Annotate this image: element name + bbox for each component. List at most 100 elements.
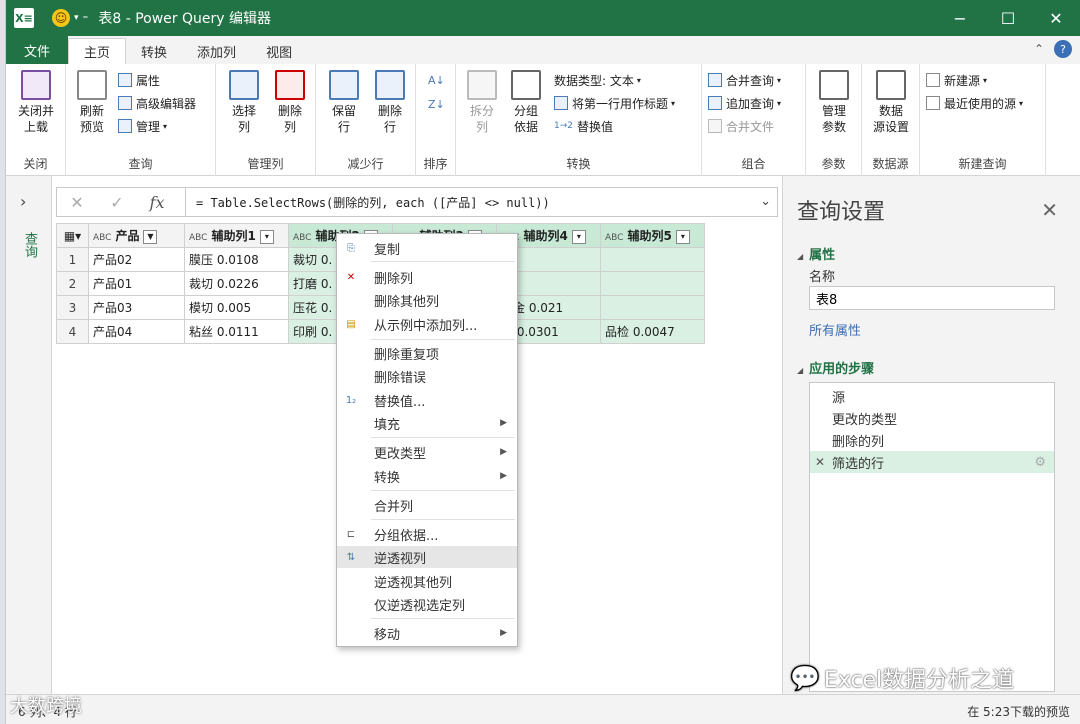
- combine-files-button[interactable]: 合并文件: [708, 116, 774, 136]
- table-cell[interactable]: [600, 295, 705, 320]
- table-cell[interactable]: 产品02: [88, 247, 185, 272]
- table-cell[interactable]: [600, 247, 705, 272]
- customize-quick-access-icon[interactable]: ⁼: [83, 12, 89, 25]
- menu-item-remove-columns[interactable]: ✕ 删除列: [337, 266, 517, 288]
- filter-dropdown-icon[interactable]: ▾: [571, 229, 586, 244]
- table-cell[interactable]: 模切 0.005: [184, 295, 289, 320]
- step-source[interactable]: 源: [810, 385, 1054, 407]
- menu-item-remove-duplicates[interactable]: 删除重复项: [337, 342, 517, 364]
- keep-rows-button[interactable]: 保留 行: [324, 70, 364, 135]
- properties-button[interactable]: 属性: [118, 70, 160, 90]
- column-header-aux5[interactable]: ABC 辅助列5 ▾: [600, 223, 705, 248]
- replace-values-button[interactable]: 1→2 替换值: [554, 116, 613, 136]
- collapse-ribbon-icon[interactable]: ⌃: [1034, 42, 1044, 56]
- expand-formula-icon[interactable]: ⌄: [760, 194, 771, 209]
- data-source-settings-button[interactable]: 数据 源设置: [868, 70, 914, 135]
- cancel-formula-icon[interactable]: ✕: [57, 193, 97, 212]
- table-cell[interactable]: [600, 271, 705, 296]
- delete-step-icon[interactable]: ✕: [815, 455, 825, 469]
- applied-steps-section-header[interactable]: ◢ 应用的步骤: [797, 358, 874, 377]
- new-source-button[interactable]: 新建源 ▾: [926, 70, 987, 90]
- recent-sources-button[interactable]: 最近使用的源 ▾: [926, 93, 1023, 113]
- menu-item-remove-errors[interactable]: 删除错误: [337, 365, 517, 387]
- close-and-load-button[interactable]: 关闭并 上载: [12, 70, 60, 135]
- manage-parameters-button[interactable]: 管理 参数: [814, 70, 854, 135]
- menu-item-change-type[interactable]: 更改类型 ▶: [337, 441, 517, 463]
- sort-descending-icon[interactable]: Z↓: [428, 94, 445, 114]
- manage-icon: [118, 119, 132, 133]
- sort-ascending-icon[interactable]: A↓: [428, 70, 445, 90]
- watermark-text: Excel数据分析之道: [823, 668, 1015, 693]
- filter-applied-icon[interactable]: ▼: [143, 229, 158, 244]
- queries-pane-label[interactable]: 查询: [20, 232, 39, 258]
- menu-item-unpivot-columns[interactable]: ⇅ 逆透视列: [337, 546, 517, 568]
- menu-item-replace-values[interactable]: 1₂ 替换值...: [337, 389, 517, 411]
- filter-dropdown-icon[interactable]: ▾: [675, 229, 690, 244]
- group-label-new-query: 新建查询: [958, 157, 1007, 171]
- quick-access-dropdown-icon[interactable]: ▾: [74, 13, 79, 23]
- tab-view[interactable]: 视图: [251, 38, 307, 64]
- table-cell[interactable]: 粘丝 0.0111: [184, 319, 289, 344]
- menu-item-fill[interactable]: 填充 ▶: [337, 412, 517, 434]
- help-icon[interactable]: ?: [1054, 40, 1072, 58]
- manage-button[interactable]: 管理 ▾: [118, 116, 167, 136]
- menu-item-move[interactable]: 移动 ▶: [337, 622, 517, 644]
- menu-item-remove-other-columns[interactable]: 删除其他列: [337, 289, 517, 311]
- use-first-row-headers-button[interactable]: 将第一行用作标题 ▾: [554, 93, 675, 113]
- table-cell[interactable]: 产品04: [88, 319, 185, 344]
- data-type-dropdown[interactable]: 数据类型: 文本 ▾: [554, 70, 641, 90]
- all-properties-link[interactable]: 所有属性: [809, 320, 861, 339]
- step-settings-gear-icon[interactable]: ⚙: [1034, 455, 1046, 470]
- step-changed-type[interactable]: 更改的类型: [810, 407, 1054, 429]
- group-by-button[interactable]: 分组 依据: [506, 70, 546, 135]
- smiley-icon[interactable]: ☺: [52, 9, 70, 27]
- close-button[interactable]: ✕: [1032, 0, 1080, 36]
- table-cell[interactable]: 膜压 0.0108: [184, 247, 289, 272]
- menu-item-transform[interactable]: 转换 ▶: [337, 465, 517, 487]
- keep-rows-icon: [329, 70, 359, 100]
- split-column-button[interactable]: 拆分 列: [462, 70, 502, 135]
- tab-file[interactable]: 文件: [6, 36, 69, 64]
- menu-item-label: 删除列: [374, 271, 414, 287]
- remove-columns-button[interactable]: 删除 列: [270, 70, 310, 135]
- keep-rows-label: 保留 行: [331, 104, 356, 134]
- column-header-product[interactable]: ABC 产品 ▼: [88, 223, 185, 248]
- table-cell[interactable]: 产品03: [88, 295, 185, 320]
- table-cell[interactable]: 产品01: [88, 271, 185, 296]
- step-removed-columns[interactable]: 删除的列: [810, 429, 1054, 451]
- step-filtered-rows[interactable]: ✕ 筛选的行 ⚙: [810, 451, 1054, 473]
- query-name-input[interactable]: [809, 286, 1055, 310]
- menu-item-unpivot-selected-columns[interactable]: 仅逆透视选定列: [337, 593, 517, 615]
- tab-transform[interactable]: 转换: [126, 38, 182, 64]
- fx-icon[interactable]: fx: [137, 193, 177, 212]
- choose-columns-button[interactable]: 选择 列: [224, 70, 264, 135]
- refresh-preview-button[interactable]: 刷新 预览: [72, 70, 112, 135]
- menu-item-copy[interactable]: ⎘ 复制: [337, 237, 517, 259]
- menu-item-group-by[interactable]: ⊏ 分组依据...: [337, 523, 517, 545]
- group-label-combine: 组合: [741, 157, 766, 171]
- append-queries-button[interactable]: 追加查询 ▾: [708, 93, 781, 113]
- filter-dropdown-icon[interactable]: ▾: [259, 229, 274, 244]
- menu-item-merge-columns[interactable]: 合并列: [337, 494, 517, 516]
- menu-item-add-column-from-examples[interactable]: ▤ 从示例中添加列...: [337, 313, 517, 335]
- tab-home[interactable]: 主页: [68, 38, 127, 64]
- table-menu-icon[interactable]: ▦▾: [56, 223, 89, 248]
- table-cell[interactable]: 裁切 0.0226: [184, 271, 289, 296]
- first-row-label: 将第一行用作标题: [572, 96, 669, 111]
- column-header-label: 产品: [115, 229, 140, 243]
- maximize-button[interactable]: ☐: [984, 0, 1032, 36]
- confirm-formula-icon[interactable]: ✓: [97, 193, 137, 212]
- expand-queries-icon[interactable]: ›: [20, 192, 26, 211]
- text-type-icon: ABC: [93, 233, 112, 243]
- merge-queries-button[interactable]: 合并查询 ▾: [708, 70, 781, 90]
- minimize-button[interactable]: −: [936, 0, 984, 36]
- formula-input[interactable]: = Table.SelectRows(删除的列, each ([产品] <> n…: [196, 194, 550, 211]
- remove-rows-button[interactable]: 删除 行: [370, 70, 410, 135]
- column-header-aux1[interactable]: ABC 辅助列1 ▾: [184, 223, 289, 248]
- properties-section-header[interactable]: ◢ 属性: [797, 244, 835, 263]
- menu-item-unpivot-other-columns[interactable]: 逆透视其他列: [337, 570, 517, 592]
- advanced-editor-button[interactable]: 高级编辑器: [118, 93, 196, 113]
- table-cell[interactable]: 品检 0.0047: [600, 319, 705, 344]
- close-settings-icon[interactable]: ✕: [1041, 198, 1058, 222]
- tab-add-column[interactable]: 添加列: [182, 38, 251, 64]
